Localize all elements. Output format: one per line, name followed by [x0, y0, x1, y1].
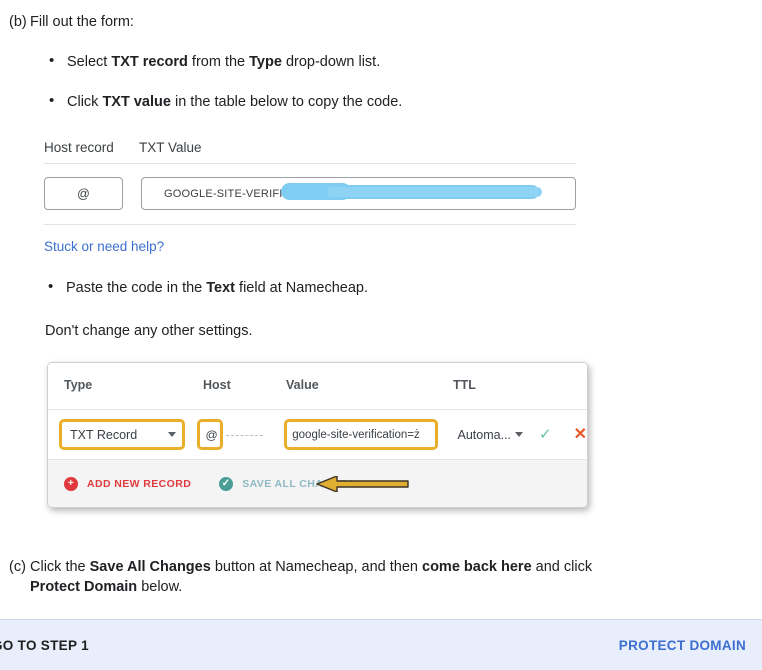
add-new-record-button[interactable]: + ADD NEW RECORD [64, 476, 192, 491]
namecheap-table-header: Type Host Value TTL [48, 363, 587, 410]
record-ttl-value: Automa... [457, 427, 512, 442]
nc-column-header-type: Type [64, 378, 93, 392]
host-underline-decoration [225, 434, 264, 436]
step-b: (b) Fill out the form: [0, 12, 700, 32]
bullet-2-strong-txt-value: TXT value [102, 94, 171, 110]
nc-column-header-ttl: TTL [453, 378, 476, 392]
nc-column-header-host: Host [203, 378, 231, 392]
mid-text-block: Paste the code in the Text field at Name… [44, 277, 664, 341]
bullet-1-strong-type: Type [249, 54, 282, 70]
dns-table-header: Host record TXT Value [44, 140, 576, 163]
step-c-strong-come-back-here: come back here [422, 559, 532, 575]
close-icon[interactable]: ✕ [574, 426, 587, 443]
left-arrow-annotation-icon [316, 476, 409, 492]
step-c-strong-save-all-changes: Save All Changes [89, 559, 211, 575]
bullet-1-pre: Select [67, 54, 112, 70]
bullet-1-post: drop-down list. [281, 54, 381, 70]
step-b-bullets: Select TXT record from the Type drop-dow… [45, 51, 705, 112]
mid-bullet-list: Paste the code in the Text field at Name… [44, 277, 664, 298]
plus-circle-icon: + [64, 476, 78, 491]
bullet-click-txt-value: Click TXT value in the table below to co… [45, 91, 705, 112]
check-icon[interactable]: ✓ [539, 427, 552, 442]
bullet-select-txt-record: Select TXT record from the Type drop-dow… [45, 51, 705, 72]
record-host-field[interactable]: @ [197, 419, 223, 450]
record-value-field[interactable]: google-site-verification=ż [284, 419, 438, 450]
step-c-line2-post: below. [137, 579, 183, 595]
step-b-intro: Fill out the form: [30, 14, 134, 30]
go-to-step-1-button[interactable]: GO TO STEP 1 [0, 638, 89, 653]
dont-change-settings-note: Don't change any other settings. [45, 323, 253, 339]
add-new-record-label: ADD NEW RECORD [87, 477, 192, 490]
record-type-dropdown[interactable]: TXT Record [59, 419, 186, 450]
column-header-txt-value: TXT Value [139, 140, 202, 155]
nc-column-header-value: Value [286, 378, 319, 392]
step-c-marker: (c) [9, 559, 26, 575]
chevron-down-icon [515, 432, 524, 437]
record-host-value: @ [205, 427, 218, 442]
dns-values-table: Host record TXT Value @ GOOGLE-SITE-VERI… [44, 140, 576, 256]
column-header-host-record: Host record [44, 140, 114, 155]
namecheap-screenshot-card: Type Host Value TTL TXT Record @ google-… [47, 362, 588, 508]
bullet-list: Select TXT record from the Type drop-dow… [45, 51, 705, 112]
protect-domain-button[interactable]: PROTECT DOMAIN [619, 638, 746, 653]
dns-table-row: @ GOOGLE-SITE-VERIFICATION= [44, 164, 576, 224]
redaction-marker [281, 183, 542, 200]
check-circle-icon: ✓ [219, 476, 234, 491]
step-c-body: Click the Save All Changes button at Nam… [30, 557, 690, 597]
step-c: (c) Click the Save All Changes button at… [0, 557, 690, 597]
step-c-post: and click [531, 559, 593, 575]
step-c-pre: Click the [30, 559, 90, 575]
bullet-2-mid: in the table below to copy the code. [170, 94, 403, 110]
mid-bullet-pre: Paste the code in the [66, 280, 207, 296]
record-value-text: google-site-verification=ż [292, 428, 420, 441]
step-c-mid: button at Namecheap, and then [210, 559, 423, 575]
host-record-value[interactable]: @ [44, 177, 123, 210]
mid-bullet-post: field at Namecheap. [235, 280, 369, 296]
bullet-1-mid: from the [187, 54, 250, 70]
mid-bullet-strong-text: Text [206, 280, 236, 296]
record-type-value: TXT Record [70, 427, 138, 442]
step-b-marker: (b) [9, 14, 27, 30]
namecheap-footer-actions: + ADD NEW RECORD ✓ SAVE ALL CHANGES [48, 460, 587, 507]
bullet-2-pre: Click [67, 94, 103, 110]
record-ttl-dropdown[interactable]: Automa... [458, 428, 524, 442]
divider-bottom [44, 224, 576, 225]
stuck-or-need-help-link[interactable]: Stuck or need help? [44, 239, 164, 254]
txt-value-field[interactable]: GOOGLE-SITE-VERIFICATION= [141, 177, 576, 210]
bullet-paste-code: Paste the code in the Text field at Name… [44, 277, 664, 298]
step-c-strong-protect-domain: Protect Domain [30, 579, 138, 595]
namecheap-record-row: TXT Record @ google-site-verification=ż … [48, 410, 587, 460]
bottom-action-bar: GO TO STEP 1 PROTECT DOMAIN [0, 619, 762, 670]
bullet-1-strong-txt-record: TXT record [111, 54, 188, 70]
chevron-down-icon [168, 432, 177, 437]
